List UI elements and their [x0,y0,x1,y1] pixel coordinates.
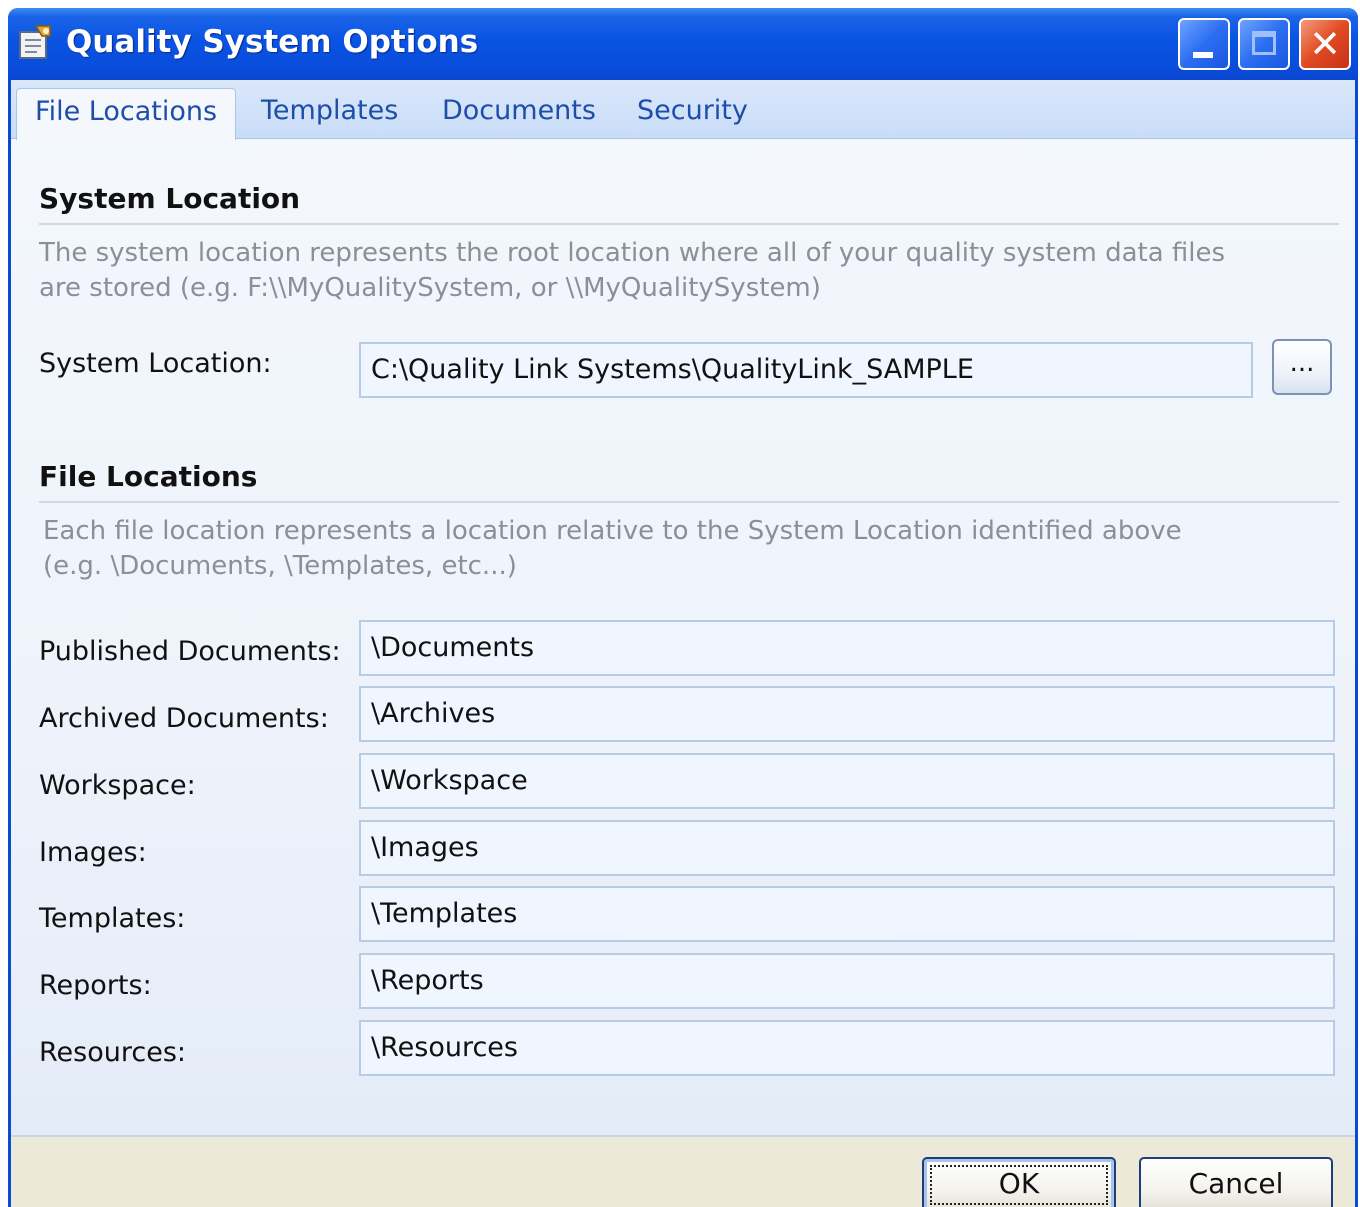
workspace-label: Workspace: [39,770,196,801]
file-locations-heading: File Locations [39,460,258,493]
tab-security[interactable]: Security [637,88,748,138]
dialog-window: Quality System Options ✕ File Locations … [8,8,1358,1207]
archived-documents-label: Archived Documents: [39,703,329,734]
minimize-icon [1193,52,1213,58]
system-location-label: System Location: [39,348,272,379]
published-documents-input[interactable]: \Documents [359,620,1335,676]
file-locations-description: Each file location represents a location… [43,516,1182,581]
tab-file-locations[interactable]: File Locations [16,88,237,140]
title-bar[interactable]: Quality System Options ✕ [8,8,1358,80]
browse-button[interactable]: ... [1272,339,1332,395]
system-location-input[interactable]: C:\Quality Link Systems\QualityLink_SAMP… [359,342,1253,398]
options-content: File Locations Templates Documents Secur… [11,80,1355,1135]
tab-documents[interactable]: Documents [442,88,596,138]
reports-label: Reports: [39,970,152,1001]
tab-bar: File Locations Templates Documents Secur… [11,80,1355,140]
section-divider [39,223,1339,225]
close-icon: ✕ [1309,22,1341,66]
images-input[interactable]: \Images [359,820,1335,876]
reports-input[interactable]: \Reports [359,953,1335,1009]
templates-label: Templates: [39,903,186,934]
cancel-button[interactable]: Cancel [1139,1157,1333,1207]
tab-templates[interactable]: Templates [261,88,398,138]
system-location-description: The system location represents the root … [39,238,1226,303]
workspace-input[interactable]: \Workspace [359,753,1335,809]
resources-label: Resources: [39,1037,186,1068]
archived-documents-input[interactable]: \Archives [359,686,1335,742]
dialog-footer: OK Cancel [11,1135,1355,1207]
focus-ring [930,1165,1108,1205]
images-label: Images: [39,837,147,868]
resources-input[interactable]: \Resources [359,1020,1335,1076]
ok-button[interactable]: OK [922,1157,1116,1207]
minimize-button[interactable] [1178,18,1230,70]
published-documents-label: Published Documents: [39,636,341,667]
close-button[interactable]: ✕ [1299,18,1351,70]
options-document-icon [19,25,51,59]
cancel-button-label: Cancel [1188,1167,1284,1200]
section-divider [39,501,1339,503]
system-location-heading: System Location [39,182,301,215]
templates-input[interactable]: \Templates [359,886,1335,942]
maximize-button[interactable] [1238,18,1290,70]
maximize-icon [1252,31,1276,55]
window-title: Quality System Options [66,24,479,60]
